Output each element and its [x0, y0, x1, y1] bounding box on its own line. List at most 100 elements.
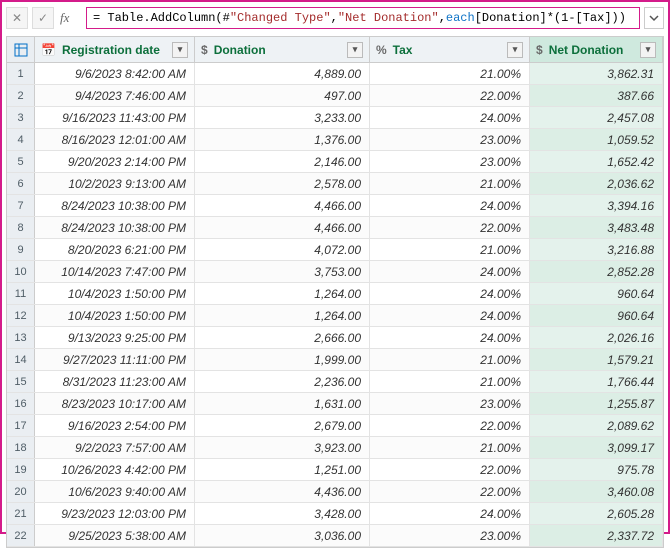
row-number[interactable]: 4: [7, 129, 35, 150]
cell-net-donation[interactable]: 2,457.08: [530, 107, 663, 128]
cell-net-donation[interactable]: 2,089.62: [530, 415, 663, 436]
cell-tax[interactable]: 24.00%: [370, 503, 530, 524]
cell-registration-date[interactable]: 10/4/2023 1:50:00 PM: [35, 283, 195, 304]
row-number[interactable]: 15: [7, 371, 35, 392]
row-number[interactable]: 3: [7, 107, 35, 128]
filter-dropdown-icon[interactable]: ▾: [640, 42, 656, 58]
cell-net-donation[interactable]: 3,394.16: [530, 195, 663, 216]
table-row[interactable]: 179/16/2023 2:54:00 PM2,679.0022.00%2,08…: [7, 415, 663, 437]
cell-donation[interactable]: 1,376.00: [195, 129, 370, 150]
cell-donation[interactable]: 497.00: [195, 85, 370, 106]
cell-donation[interactable]: 4,436.00: [195, 481, 370, 502]
cell-registration-date[interactable]: 8/23/2023 10:17:00 AM: [35, 393, 195, 414]
cell-net-donation[interactable]: 1,579.21: [530, 349, 663, 370]
cell-tax[interactable]: 22.00%: [370, 459, 530, 480]
cell-registration-date[interactable]: 9/25/2023 5:38:00 AM: [35, 525, 195, 546]
column-header-donation[interactable]: $ Donation ▾: [195, 37, 370, 62]
cell-tax[interactable]: 21.00%: [370, 173, 530, 194]
table-row[interactable]: 29/4/2023 7:46:00 AM497.0022.00%387.66: [7, 85, 663, 107]
cell-tax[interactable]: 23.00%: [370, 393, 530, 414]
cell-net-donation[interactable]: 3,460.08: [530, 481, 663, 502]
cell-donation[interactable]: 3,233.00: [195, 107, 370, 128]
cell-registration-date[interactable]: 8/20/2023 6:21:00 PM: [35, 239, 195, 260]
cell-net-donation[interactable]: 2,036.62: [530, 173, 663, 194]
cell-net-donation[interactable]: 1,059.52: [530, 129, 663, 150]
cell-net-donation[interactable]: 387.66: [530, 85, 663, 106]
cell-donation[interactable]: 3,923.00: [195, 437, 370, 458]
filter-dropdown-icon[interactable]: ▾: [347, 42, 363, 58]
cell-donation[interactable]: 1,251.00: [195, 459, 370, 480]
table-row[interactable]: 1210/4/2023 1:50:00 PM1,264.0024.00%960.…: [7, 305, 663, 327]
cell-net-donation[interactable]: 960.64: [530, 283, 663, 304]
row-number[interactable]: 13: [7, 327, 35, 348]
table-row[interactable]: 189/2/2023 7:57:00 AM3,923.0021.00%3,099…: [7, 437, 663, 459]
table-row[interactable]: 219/23/2023 12:03:00 PM3,428.0024.00%2,6…: [7, 503, 663, 525]
cell-registration-date[interactable]: 10/26/2023 4:42:00 PM: [35, 459, 195, 480]
formula-expand-button[interactable]: [644, 7, 664, 29]
cancel-button[interactable]: ✕: [6, 7, 28, 29]
cell-tax[interactable]: 23.00%: [370, 151, 530, 172]
table-row[interactable]: 98/20/2023 6:21:00 PM4,072.0021.00%3,216…: [7, 239, 663, 261]
cell-net-donation[interactable]: 3,483.48: [530, 217, 663, 238]
row-number[interactable]: 11: [7, 283, 35, 304]
cell-tax[interactable]: 24.00%: [370, 195, 530, 216]
cell-tax[interactable]: 22.00%: [370, 481, 530, 502]
column-header-registration-date[interactable]: 📅 Registration date ▾: [35, 37, 195, 62]
cell-registration-date[interactable]: 9/16/2023 11:43:00 PM: [35, 107, 195, 128]
row-number[interactable]: 16: [7, 393, 35, 414]
cell-registration-date[interactable]: 9/2/2023 7:57:00 AM: [35, 437, 195, 458]
cell-net-donation[interactable]: 3,862.31: [530, 63, 663, 84]
cell-registration-date[interactable]: 9/6/2023 8:42:00 AM: [35, 63, 195, 84]
row-number[interactable]: 9: [7, 239, 35, 260]
column-header-net-donation[interactable]: $ Net Donation ▾: [530, 37, 663, 62]
cell-tax[interactable]: 21.00%: [370, 349, 530, 370]
cell-donation[interactable]: 4,072.00: [195, 239, 370, 260]
cell-tax[interactable]: 22.00%: [370, 415, 530, 436]
cell-registration-date[interactable]: 8/24/2023 10:38:00 PM: [35, 217, 195, 238]
table-row[interactable]: 610/2/2023 9:13:00 AM2,578.0021.00%2,036…: [7, 173, 663, 195]
cell-tax[interactable]: 22.00%: [370, 85, 530, 106]
cell-net-donation[interactable]: 2,026.16: [530, 327, 663, 348]
table-icon[interactable]: [7, 37, 35, 62]
cell-registration-date[interactable]: 9/13/2023 9:25:00 PM: [35, 327, 195, 348]
cell-donation[interactable]: 3,753.00: [195, 261, 370, 282]
cell-tax[interactable]: 24.00%: [370, 261, 530, 282]
confirm-button[interactable]: ✓: [32, 7, 54, 29]
row-number[interactable]: 7: [7, 195, 35, 216]
row-number[interactable]: 10: [7, 261, 35, 282]
cell-registration-date[interactable]: 9/16/2023 2:54:00 PM: [35, 415, 195, 436]
cell-tax[interactable]: 24.00%: [370, 283, 530, 304]
cell-donation[interactable]: 2,666.00: [195, 327, 370, 348]
row-number[interactable]: 2: [7, 85, 35, 106]
cell-donation[interactable]: 1,264.00: [195, 305, 370, 326]
table-row[interactable]: 39/16/2023 11:43:00 PM3,233.0024.00%2,45…: [7, 107, 663, 129]
cell-net-donation[interactable]: 1,652.42: [530, 151, 663, 172]
cell-tax[interactable]: 22.00%: [370, 217, 530, 238]
cell-donation[interactable]: 2,146.00: [195, 151, 370, 172]
cell-registration-date[interactable]: 9/23/2023 12:03:00 PM: [35, 503, 195, 524]
row-number[interactable]: 6: [7, 173, 35, 194]
cell-donation[interactable]: 1,999.00: [195, 349, 370, 370]
filter-dropdown-icon[interactable]: ▾: [172, 42, 188, 58]
cell-net-donation[interactable]: 1,766.44: [530, 371, 663, 392]
cell-net-donation[interactable]: 975.78: [530, 459, 663, 480]
cell-donation[interactable]: 4,889.00: [195, 63, 370, 84]
table-row[interactable]: 48/16/2023 12:01:00 AM1,376.0023.00%1,05…: [7, 129, 663, 151]
cell-donation[interactable]: 2,236.00: [195, 371, 370, 392]
filter-dropdown-icon[interactable]: ▾: [507, 42, 523, 58]
formula-input[interactable]: = Table.AddColumn(# "Changed Type" , "Ne…: [86, 7, 640, 29]
row-number[interactable]: 22: [7, 525, 35, 546]
cell-net-donation[interactable]: 960.64: [530, 305, 663, 326]
table-row[interactable]: 1010/14/2023 7:47:00 PM3,753.0024.00%2,8…: [7, 261, 663, 283]
cell-registration-date[interactable]: 10/4/2023 1:50:00 PM: [35, 305, 195, 326]
row-number[interactable]: 12: [7, 305, 35, 326]
cell-net-donation[interactable]: 3,216.88: [530, 239, 663, 260]
table-row[interactable]: 158/31/2023 11:23:00 AM2,236.0021.00%1,7…: [7, 371, 663, 393]
cell-registration-date[interactable]: 9/27/2023 11:11:00 PM: [35, 349, 195, 370]
table-row[interactable]: 59/20/2023 2:14:00 PM2,146.0023.00%1,652…: [7, 151, 663, 173]
cell-donation[interactable]: 4,466.00: [195, 217, 370, 238]
cell-registration-date[interactable]: 9/4/2023 7:46:00 AM: [35, 85, 195, 106]
cell-tax[interactable]: 24.00%: [370, 107, 530, 128]
table-row[interactable]: 139/13/2023 9:25:00 PM2,666.0024.00%2,02…: [7, 327, 663, 349]
table-row[interactable]: 149/27/2023 11:11:00 PM1,999.0021.00%1,5…: [7, 349, 663, 371]
